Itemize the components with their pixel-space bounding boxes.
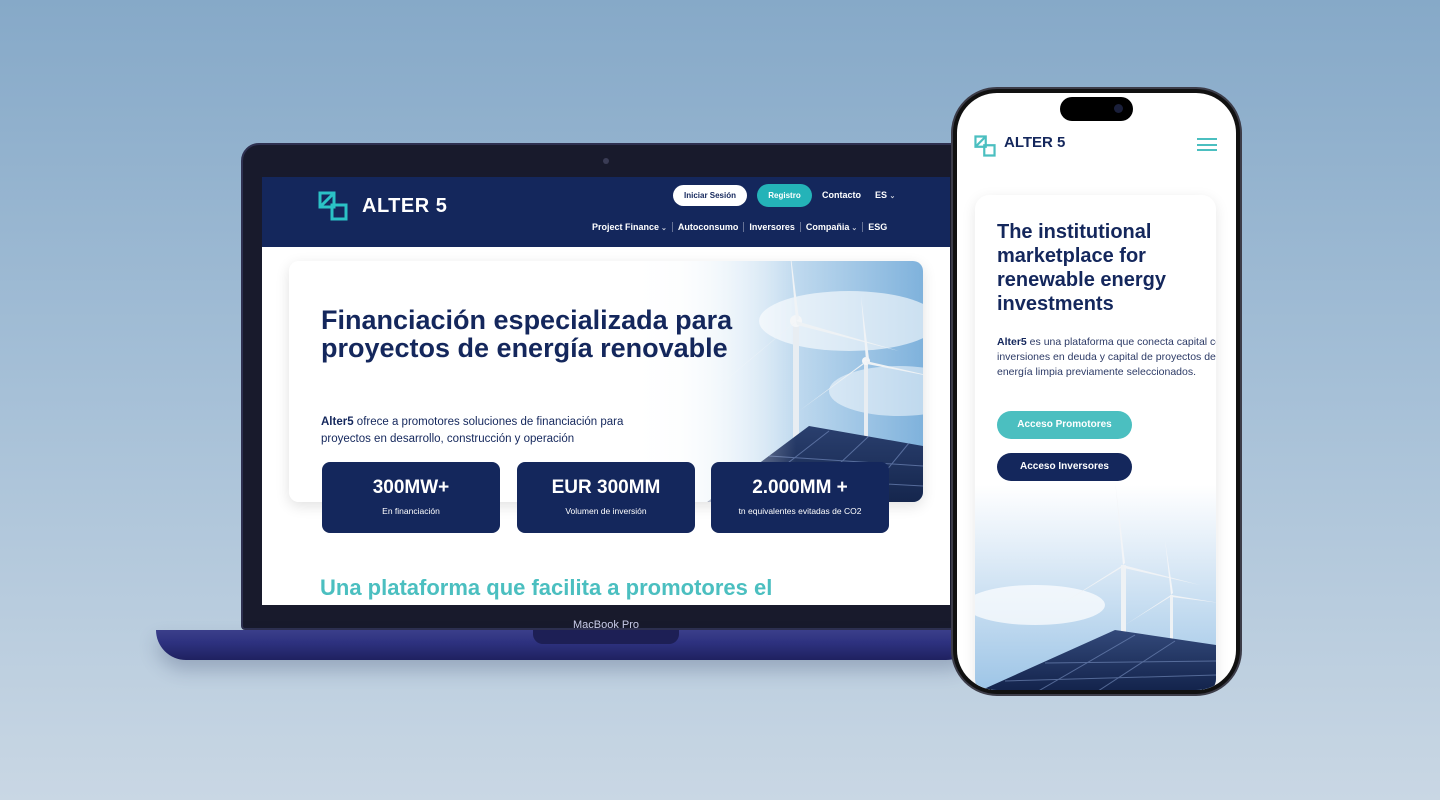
stat-value: 300MW+	[372, 477, 450, 498]
chevron-down-icon: ⌄	[889, 193, 896, 200]
laptop-screen: ALTER 5 Iniciar Sesión Registro Contacto…	[262, 177, 950, 605]
stat-label: tn equivalentes evitadas de CO2	[738, 506, 862, 516]
mobile-wind-solar-image	[975, 485, 1216, 690]
nav-label: Autoconsumo	[677, 222, 739, 232]
hero-description: Alter5 ofrece a promotores soluciones de…	[321, 414, 641, 448]
phone-screen: ALTER 5 The institutional marketplace fo…	[957, 93, 1236, 690]
device-label: MacBook Pro	[572, 619, 640, 631]
login-button[interactable]: Iniciar Sesión	[673, 185, 747, 206]
language-selector[interactable]: ES ⌄	[875, 190, 895, 200]
mobile-hero-title: The institutional marketplace for renewa…	[997, 221, 1166, 315]
front-camera	[1114, 104, 1123, 113]
section-title: Una plataforma que facilita a promotores…	[320, 575, 773, 600]
brand-name[interactable]: ALTER 5	[362, 195, 447, 218]
promoters-access-button[interactable]: Acceso Promotores	[997, 411, 1132, 439]
alter5-logo-icon[interactable]	[318, 191, 348, 221]
mobile-desc-brand: Alter5	[997, 336, 1027, 348]
main-nav: Project Finance ⌄ Autoconsumo Inversores…	[587, 222, 892, 232]
hero-title: Financiación especializada para proyecto…	[321, 305, 733, 363]
mobile-desc-text: es una plataforma que conecta capital co…	[997, 336, 1216, 378]
nav-item-autoconsumo[interactable]: Autoconsumo	[671, 222, 744, 232]
chevron-down-icon: ⌄	[849, 225, 858, 232]
nav-item-compania[interactable]: Compañia ⌄	[799, 222, 862, 232]
nav-item-project-finance[interactable]: Project Finance ⌄	[587, 222, 672, 232]
mobile-hero-description: Alter5 es una plataforma que conecta cap…	[997, 335, 1216, 380]
desktop-header: ALTER 5 Iniciar Sesión Registro Contacto…	[262, 177, 950, 247]
laptop-notch	[533, 630, 679, 644]
stat-card-financing: 300MW+ En financiación	[322, 462, 500, 533]
stat-value: 2.000MM +	[752, 477, 848, 498]
brand-name[interactable]: ALTER 5	[1004, 134, 1065, 151]
language-label: ES	[875, 190, 888, 200]
stat-card-investment: EUR 300MM Volumen de inversión	[517, 462, 695, 533]
mobile-hero-card: The institutional marketplace for renewa…	[975, 195, 1216, 690]
stat-label: Volumen de inversión	[565, 506, 647, 516]
nav-item-inversores[interactable]: Inversores	[743, 222, 800, 232]
nav-label: ESG	[868, 222, 888, 232]
nav-label: Inversores	[749, 222, 795, 232]
nav-label: Project Finance	[592, 222, 660, 232]
hero-desc-text: ofrece a promotores soluciones de financ…	[321, 416, 624, 445]
stat-card-co2: 2.000MM + tn equivalentes evitadas de CO…	[711, 462, 889, 533]
hero-desc-brand: Alter5	[321, 416, 354, 428]
investors-access-button[interactable]: Acceso Inversores	[997, 453, 1132, 481]
laptop-camera	[603, 158, 609, 164]
register-button[interactable]: Registro	[757, 184, 812, 207]
alter5-logo-icon[interactable]	[974, 135, 996, 157]
nav-label: Compañia	[805, 222, 850, 232]
nav-contact-link[interactable]: Contacto	[822, 190, 861, 200]
chevron-down-icon: ⌄	[659, 225, 667, 232]
stat-label: En financiación	[382, 506, 440, 516]
stat-value: EUR 300MM	[551, 477, 661, 498]
nav-item-esg[interactable]: ESG	[862, 222, 892, 232]
hamburger-menu-icon[interactable]	[1197, 138, 1217, 152]
